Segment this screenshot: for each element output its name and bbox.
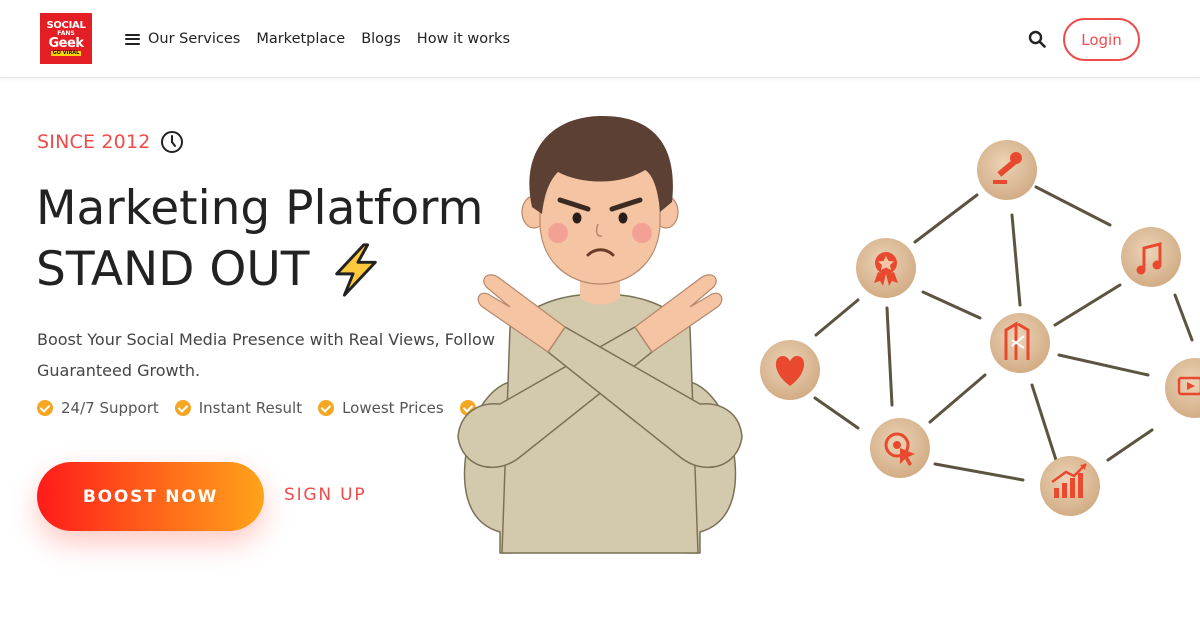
feature-item: Instant Result: [174, 399, 303, 417]
badge-icon-node: [856, 238, 916, 298]
check-icon: [318, 400, 335, 416]
headline-line-2: STAND OUT: [36, 239, 483, 300]
nav-our-services[interactable]: Our Services: [125, 31, 240, 47]
feature-label: 24/7 Support: [61, 399, 159, 417]
search-icon[interactable]: [1028, 30, 1046, 48]
site-logo[interactable]: SOCIAL FANS Geek GO VIRAL: [40, 13, 92, 64]
person-crossed-arms-illustration: [457, 115, 743, 554]
nav-how-it-works[interactable]: How it works: [417, 31, 510, 47]
growth-chart-icon-node: [1040, 456, 1100, 516]
since-text: SINCE 2012: [37, 131, 151, 153]
video-icon-node: [1165, 358, 1200, 418]
feature-item: 24/7 Support: [37, 399, 159, 417]
hero-subtext-line-2: Guaranteed Growth.: [37, 361, 201, 380]
login-button[interactable]: Login: [1063, 18, 1140, 61]
hamburger-icon: [125, 33, 140, 45]
feature-item: Lowest Prices: [318, 399, 444, 417]
nav-marketplace[interactable]: Marketplace: [256, 31, 345, 47]
feature-list: 24/7 Support Instant Result Lowest Price…: [37, 399, 476, 417]
nav-blogs[interactable]: Blogs: [361, 31, 401, 47]
microphone-icon-node: [977, 140, 1037, 200]
brand-logo-icon-node: [990, 313, 1050, 373]
site-header: SOCIAL FANS Geek GO VIRAL Our Services M…: [0, 0, 1200, 78]
heart-icon-node: [760, 340, 820, 400]
hero-headline: Marketing Platform STAND OUT: [36, 178, 483, 300]
hero-subtext: Boost Your Social Media Presence with Re…: [37, 324, 507, 386]
headline-line-1: Marketing Platform: [36, 181, 484, 236]
nav-our-services-label: Our Services: [148, 31, 241, 47]
sign-up-link[interactable]: SIGN UP: [284, 485, 366, 505]
music-icon-node: [1121, 227, 1181, 287]
hero-subtext-line-1: Boost Your Social Media Presence with Re…: [37, 330, 495, 349]
since-tag: SINCE 2012: [37, 130, 184, 154]
check-icon: [174, 400, 191, 416]
boost-now-button[interactable]: BOOST NOW: [37, 462, 264, 531]
main-nav: Our Services Marketplace Blogs How it wo…: [125, 0, 510, 78]
feature-label: Instant Result: [198, 399, 303, 417]
headline-line-2-text: STAND OUT: [36, 242, 310, 297]
check-icon: [37, 400, 53, 416]
click-target-icon-node: [870, 418, 930, 478]
lightning-bolt-icon: [335, 242, 378, 297]
clock-icon: [160, 131, 183, 153]
logo-tagline: GO VIRAL: [50, 50, 82, 56]
feature-label: Lowest Prices: [342, 399, 444, 417]
social-network-illustration: [760, 140, 1200, 516]
logo-text-geek: Geek: [48, 36, 84, 51]
